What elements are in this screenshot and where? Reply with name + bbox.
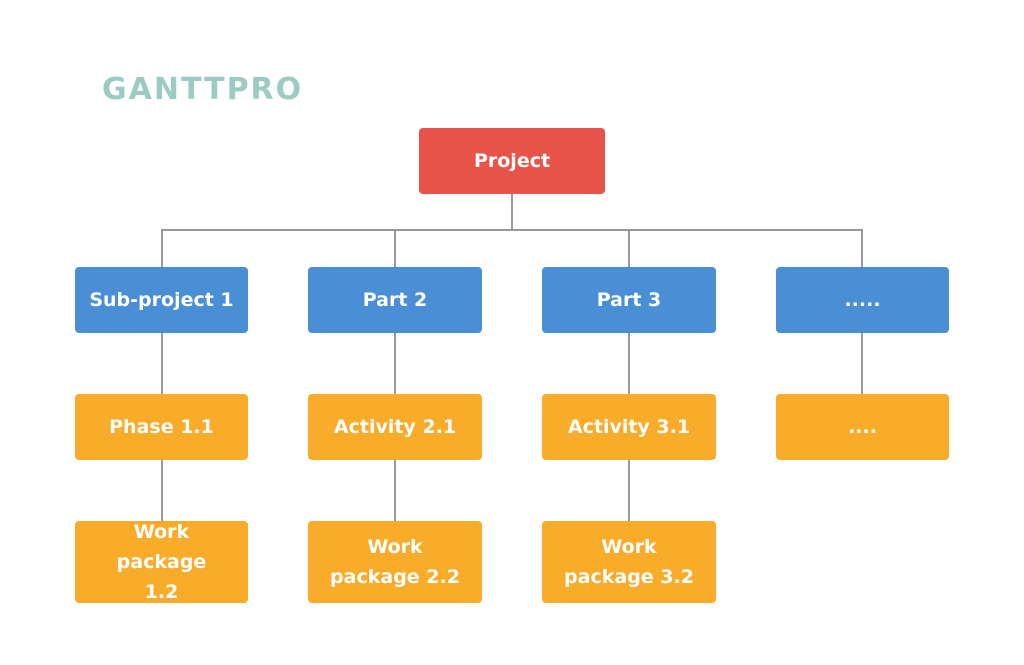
node-level1-3: Part 3: [542, 267, 716, 333]
connector-to-level1-1: [161, 229, 163, 267]
connector-to-level1-2: [394, 229, 396, 267]
node-level2-2: Activity 2.1: [308, 394, 482, 460]
ganttpro-logo: GANTTPRO: [102, 72, 304, 107]
connector-l2-l3-3: [628, 460, 630, 522]
connector-l1-l2-2: [394, 332, 396, 394]
connector-l2-l3-1: [161, 460, 163, 522]
node-level1-2: Part 2: [308, 267, 482, 333]
connector-to-level1-4: [861, 229, 863, 267]
connector-root-down: [511, 193, 513, 231]
node-level2-1: Phase 1.1: [75, 394, 248, 460]
connector-l1-l2-3: [628, 332, 630, 394]
node-level2-3: Activity 3.1: [542, 394, 716, 460]
connector-to-level1-3: [628, 229, 630, 267]
connector-l2-l3-2: [394, 460, 396, 522]
node-project: Project: [419, 128, 605, 194]
connector-l1-l2-1: [161, 332, 163, 394]
node-level3-2: Work package 2.2: [308, 521, 482, 603]
node-level1-4: .....: [776, 267, 949, 333]
connector-horizontal: [161, 229, 863, 231]
connector-l1-l2-4: [861, 332, 863, 394]
node-level2-4: ....: [776, 394, 949, 460]
node-level3-3: Work package 3.2: [542, 521, 716, 603]
node-level1-1: Sub-project 1: [75, 267, 248, 333]
node-level3-1: Work package 1.2: [75, 521, 248, 603]
